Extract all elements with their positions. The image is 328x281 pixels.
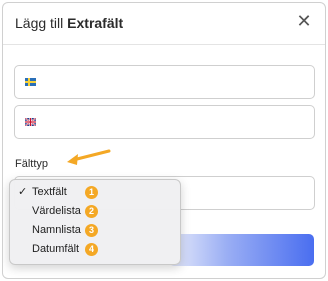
step-badge: 3 — [85, 224, 98, 237]
field-type-label: Fälttyp — [15, 158, 49, 170]
option-label: Värdelista — [32, 205, 81, 217]
add-extra-field-dialog: Lägg till Extrafält ✕ Fälttyp ✓ Textfält… — [2, 2, 326, 279]
step-badge: 2 — [85, 205, 98, 218]
step-badge: 4 — [85, 243, 98, 256]
step-badge: 1 — [85, 186, 98, 199]
flag-se-icon — [25, 78, 36, 86]
dialog-title: Lägg till Extrafält — [15, 15, 123, 31]
option-datumfalt[interactable]: Datumfält 4 — [10, 240, 180, 259]
option-label: Textfält — [32, 186, 67, 198]
flag-gb-icon — [25, 118, 36, 126]
option-namnlista[interactable]: Namnlista 3 — [10, 221, 180, 240]
field-type-dropdown: ✓ Textfält 1 Värdelista 2 Namnlista 3 Da… — [9, 179, 181, 265]
option-label: Namnlista — [32, 224, 81, 236]
dialog-title-bold: Extrafält — [67, 15, 124, 31]
swedish-name-field[interactable] — [14, 65, 315, 99]
english-name-field[interactable] — [14, 105, 315, 139]
close-icon[interactable]: ✕ — [295, 12, 313, 30]
option-vardelista[interactable]: Värdelista 2 — [10, 202, 180, 221]
dialog-title-prefix: Lägg till — [15, 15, 64, 31]
dialog-header: Lägg till Extrafält ✕ — [3, 3, 325, 45]
option-textfalt[interactable]: ✓ Textfält 1 — [10, 183, 180, 202]
pointer-arrow-icon — [67, 149, 111, 165]
save-button[interactable] — [169, 234, 314, 266]
option-label: Datumfält — [32, 243, 80, 255]
checkmark-icon: ✓ — [18, 186, 28, 198]
